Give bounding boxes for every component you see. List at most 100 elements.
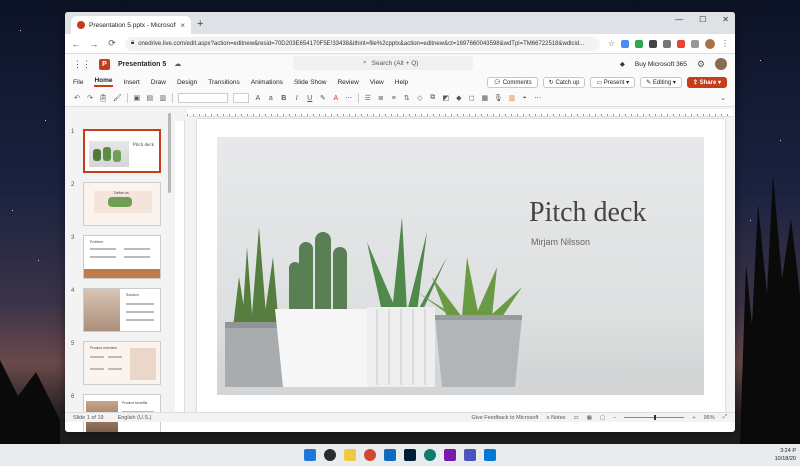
text-direction-icon[interactable]: ⇅ bbox=[403, 94, 411, 102]
shape-fill-icon[interactable]: ◆ bbox=[455, 94, 463, 102]
app-icon[interactable] bbox=[424, 449, 436, 461]
present-button[interactable]: ▭ Present ▾ bbox=[590, 76, 636, 88]
close-window-button[interactable]: ✕ bbox=[722, 15, 729, 24]
font-color-icon[interactable]: A bbox=[332, 95, 340, 102]
numbering-icon[interactable]: ≣ bbox=[377, 94, 385, 102]
tab-draw[interactable]: Draw bbox=[151, 79, 166, 86]
highlight-icon[interactable]: ✎ bbox=[319, 94, 327, 102]
maximize-button[interactable]: ☐ bbox=[699, 15, 706, 24]
browser-menu-icon[interactable]: ⋮ bbox=[721, 39, 729, 48]
bold-icon[interactable]: B bbox=[280, 95, 288, 102]
slide-canvas[interactable]: Pitch deck Mirjam Nilsson bbox=[197, 119, 725, 419]
tab-insert[interactable]: Insert bbox=[124, 79, 140, 86]
extension-icon[interactable] bbox=[621, 39, 629, 48]
user-avatar[interactable] bbox=[715, 58, 727, 70]
sidepanel-icon[interactable] bbox=[691, 39, 699, 48]
search-box[interactable]: ⌕ Search (Alt + Q) bbox=[293, 56, 473, 70]
shapes-icon[interactable]: ◇ bbox=[416, 94, 424, 102]
back-icon[interactable]: ← bbox=[71, 39, 81, 49]
more-options-icon[interactable]: ⋯ bbox=[534, 94, 542, 102]
picture-icon[interactable]: ▦ bbox=[481, 94, 489, 102]
forward-icon[interactable]: → bbox=[89, 39, 99, 49]
reading-view-icon[interactable]: ▢ bbox=[600, 415, 605, 421]
slide-subtitle[interactable]: Mirjam Nilsson bbox=[531, 237, 590, 247]
editing-mode-button[interactable]: ✎ Editing ▾ bbox=[640, 76, 682, 88]
dictate-icon[interactable]: 🎙︎ bbox=[494, 94, 503, 102]
tab-view[interactable]: View bbox=[370, 79, 384, 86]
slide-thumbnail[interactable]: Define us bbox=[83, 182, 161, 226]
start-windows-icon[interactable] bbox=[304, 449, 316, 461]
extension-icon[interactable] bbox=[635, 39, 643, 48]
zoom-out-icon[interactable]: − bbox=[613, 415, 616, 421]
file-explorer-icon[interactable] bbox=[344, 449, 356, 461]
more-font-icon[interactable]: ⋯ bbox=[345, 94, 353, 102]
feedback-link[interactable]: Give Feedback to Microsoft bbox=[471, 415, 538, 421]
comments-button[interactable]: 💬︎ Comments bbox=[487, 76, 538, 88]
tab-design[interactable]: Design bbox=[177, 79, 197, 86]
puzzle-extensions-icon[interactable] bbox=[663, 39, 671, 48]
search-taskbar-icon[interactable] bbox=[324, 449, 336, 461]
close-tab-icon[interactable]: × bbox=[180, 21, 185, 30]
extension-icon[interactable] bbox=[677, 39, 685, 48]
minimize-button[interactable]: — bbox=[675, 15, 683, 24]
font-name-dropdown[interactable] bbox=[177, 93, 228, 103]
slide-thumbnail[interactable]: Product overview bbox=[83, 341, 161, 385]
tab-file[interactable]: File bbox=[73, 79, 83, 86]
underline-icon[interactable]: U bbox=[306, 95, 314, 102]
slide-thumbnail[interactable]: Pitch deck bbox=[83, 129, 161, 173]
slide-thumbnail[interactable]: Solution bbox=[83, 288, 161, 332]
new-slide-icon[interactable]: ▣ bbox=[133, 94, 141, 102]
onenote-icon[interactable] bbox=[444, 449, 456, 461]
sorter-view-icon[interactable]: ▦ bbox=[587, 415, 592, 421]
tab-animations[interactable]: Animations bbox=[251, 79, 283, 86]
format-painter-icon[interactable]: 🖌︎ bbox=[113, 94, 122, 102]
new-tab-button[interactable]: + bbox=[197, 16, 203, 34]
arrange-icon[interactable]: ⧉ bbox=[429, 94, 437, 102]
redo-icon[interactable]: ↷ bbox=[86, 94, 94, 102]
chrome-browser-icon[interactable] bbox=[364, 449, 376, 461]
tab-home[interactable]: Home bbox=[94, 77, 113, 87]
layout-icon[interactable]: ▤ bbox=[146, 94, 154, 102]
increase-font-icon[interactable]: A bbox=[254, 95, 262, 102]
buy-microsoft-365-link[interactable]: Buy Microsoft 365 bbox=[635, 61, 687, 68]
store-icon[interactable] bbox=[384, 449, 396, 461]
font-size-dropdown[interactable] bbox=[232, 93, 249, 103]
tab-slide-show[interactable]: Slide Show bbox=[294, 79, 327, 86]
designer-icon[interactable]: ▥ bbox=[508, 94, 516, 102]
quick-styles-icon[interactable]: ◩ bbox=[442, 94, 450, 102]
slide-photo[interactable] bbox=[217, 137, 704, 395]
settings-gear-icon[interactable]: ⚙ bbox=[697, 59, 705, 70]
collapse-ribbon-icon[interactable]: ⌄ bbox=[719, 94, 727, 102]
zoom-slider[interactable] bbox=[624, 415, 685, 420]
zoom-level[interactable]: 95% bbox=[704, 415, 715, 421]
thumbnail-scrollbar[interactable] bbox=[168, 113, 171, 193]
tab-transitions[interactable]: Transitions bbox=[208, 79, 240, 86]
app-icon[interactable] bbox=[484, 449, 496, 461]
app-launcher-icon[interactable]: ⋮⋮ bbox=[73, 59, 91, 70]
slide-title[interactable]: Pitch deck bbox=[529, 197, 646, 229]
tab-help[interactable]: Help bbox=[395, 79, 408, 86]
decrease-font-icon[interactable]: a bbox=[267, 95, 275, 102]
fit-slide-icon[interactable]: ⤢ bbox=[723, 414, 727, 421]
zoom-in-icon[interactable]: + bbox=[692, 415, 695, 421]
align-icon[interactable]: ≡ bbox=[390, 95, 398, 102]
extension-icon[interactable] bbox=[649, 39, 657, 48]
italic-icon[interactable]: I bbox=[293, 95, 301, 102]
undo-icon[interactable]: ↶ bbox=[73, 94, 81, 102]
document-name[interactable]: Presentation 5 bbox=[118, 61, 166, 68]
bookmark-star-icon[interactable]: ☆ bbox=[608, 39, 615, 48]
notes-button[interactable]: ≡ Notes bbox=[546, 415, 565, 421]
profile-avatar[interactable] bbox=[705, 38, 715, 49]
system-tray-clock[interactable]: 3:24 P 10/18/20 bbox=[775, 447, 796, 463]
clipboard-icon[interactable]: 📋︎ bbox=[99, 94, 108, 102]
photoshop-icon[interactable] bbox=[404, 449, 416, 461]
reload-icon[interactable]: ⟳ bbox=[107, 38, 117, 49]
url-field[interactable]: 🔒︎ onedrive.live.com/edit.aspx?action=ed… bbox=[125, 36, 600, 51]
catch-up-button[interactable]: ↻ Catch up bbox=[542, 76, 586, 88]
language-indicator[interactable]: English (U.S.) bbox=[118, 415, 152, 421]
copilot-icon[interactable]: ◓ bbox=[521, 95, 529, 102]
app-icon[interactable] bbox=[464, 449, 476, 461]
share-button[interactable]: ⇪ Share ▾ bbox=[686, 76, 727, 88]
slide-thumbnail[interactable]: Problem bbox=[83, 235, 161, 279]
tab-review[interactable]: Review bbox=[337, 79, 358, 86]
